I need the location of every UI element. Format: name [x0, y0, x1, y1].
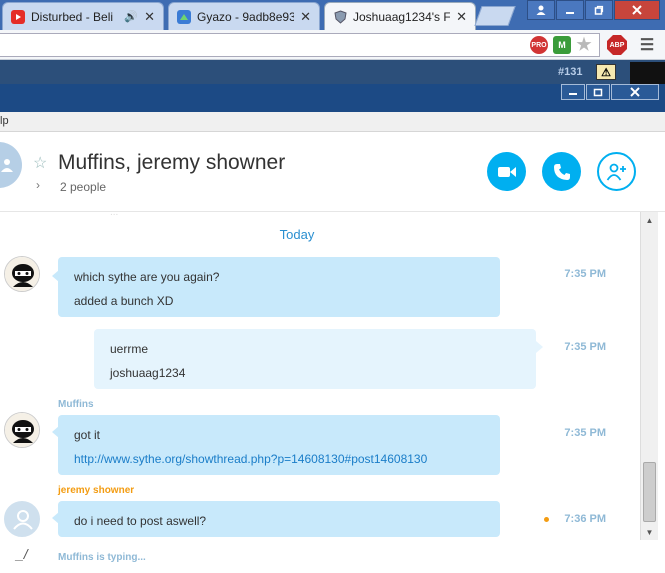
tab-gyazo[interactable]: Gyazo - 9adb8e93a ✕ [168, 2, 320, 30]
group-avatar-icon[interactable] [0, 142, 22, 188]
chat-history: ... Today which sythe are you again? add… [0, 212, 640, 573]
tab-label: Joshuaag1234's FR [353, 10, 451, 24]
message-bubble[interactable]: do i need to post aswell? [58, 501, 500, 537]
chat-scrollbar[interactable]: ▲ ▼ [640, 212, 658, 540]
message-bubble[interactable]: got it http://www.sythe.org/showthread.p… [58, 415, 500, 475]
youtube-icon [11, 9, 25, 24]
thread-number: #131 [558, 66, 583, 78]
adblock-plus-icon[interactable]: ABP [607, 35, 627, 55]
bubble-tail [536, 341, 543, 353]
gyazo-icon [177, 9, 191, 24]
avatar-default[interactable] [4, 501, 40, 537]
speaker-icon[interactable]: 🔊 [124, 10, 138, 23]
participants-count[interactable]: 2 people [60, 180, 106, 194]
close-tab-icon[interactable]: ✕ [144, 9, 155, 25]
skype-close-icon[interactable] [611, 84, 659, 100]
typing-indicator: Muffins is typing... [58, 552, 146, 563]
day-divider: Today [279, 227, 315, 242]
pro-extension-icon[interactable]: PRO [530, 36, 548, 54]
message-time: 7:35 PM [564, 427, 606, 439]
video-call-button[interactable] [487, 152, 526, 191]
message-link[interactable]: http://www.sythe.org/showthread.php?p=14… [74, 447, 484, 471]
chevron-right-icon[interactable]: › [36, 178, 40, 192]
message-bubble-own[interactable]: uerrme joshuaag1234 [94, 329, 536, 389]
minimize-window-icon[interactable] [556, 0, 584, 20]
scrollbar-thumb[interactable] [643, 462, 656, 522]
close-window-icon[interactable] [614, 0, 660, 20]
shield-icon [333, 10, 347, 24]
tab-disturbed[interactable]: Disturbed - Beli 🔊 ✕ [2, 2, 164, 30]
tab-label: Gyazo - 9adb8e93a [197, 9, 295, 24]
message-text: got it [74, 428, 101, 442]
m-extension-icon[interactable]: M [553, 36, 571, 54]
restore-window-icon[interactable] [585, 0, 613, 20]
add-person-icon [606, 163, 626, 181]
menu-help[interactable]: lp [0, 115, 9, 127]
warning-icon[interactable]: ⚠ [596, 64, 616, 80]
avatar-muffins[interactable] [4, 256, 40, 292]
skype-maximize-icon[interactable] [586, 84, 610, 100]
browser-tab-strip: Disturbed - Beli 🔊 ✕ Gyazo - 9adb8e93a ✕… [0, 0, 665, 31]
close-tab-icon[interactable]: ✕ [300, 9, 311, 25]
tab-label: Disturbed - Beli [31, 9, 114, 24]
video-camera-icon [497, 166, 516, 177]
sender-name: Muffins [58, 399, 94, 410]
favorite-star-icon[interactable]: ☆ [33, 153, 47, 173]
user-profile-icon[interactable] [527, 0, 555, 20]
conversation-header: ☆ Muffins, jeremy showner › 2 people [0, 132, 665, 212]
address-bar[interactable] [0, 33, 600, 57]
audio-call-button[interactable] [542, 152, 581, 191]
scroll-up-arrow-icon[interactable]: ▲ [641, 212, 658, 228]
bookmark-star-icon[interactable]: ★ [575, 35, 593, 54]
message-text: uerrme [110, 342, 149, 356]
pencil-typing-icon: _/ [16, 546, 28, 562]
new-tab-button[interactable] [474, 6, 516, 26]
browser-toolbar: PRO M ★ ABP ☰ [0, 30, 665, 60]
scroll-down-arrow-icon[interactable]: ▼ [641, 524, 658, 540]
message-bubble[interactable]: which sythe are you again? added a bunch… [58, 257, 500, 317]
skype-menu-bar: lp [0, 112, 665, 132]
message-text: do i need to post aswell? [74, 514, 207, 528]
window-edge [658, 212, 665, 573]
avatar-muffins[interactable] [4, 412, 40, 448]
phone-icon [553, 163, 570, 180]
message-text: joshuaag1234 [110, 366, 186, 380]
message-time: 7:35 PM [564, 268, 606, 280]
conversation-title[interactable]: Muffins, jeremy showner [58, 151, 285, 175]
chrome-menu-icon[interactable]: ☰ [638, 36, 656, 54]
skype-minimize-icon[interactable] [561, 84, 585, 100]
faded-earlier-text: ... [110, 212, 119, 218]
sender-name: jeremy showner [58, 485, 135, 496]
add-participant-button[interactable] [597, 152, 636, 191]
message-text: added a bunch XD [74, 294, 174, 308]
message-time: 7:36 PM [564, 513, 606, 525]
close-tab-icon[interactable]: ✕ [456, 9, 467, 25]
page-dark-bar [630, 62, 665, 84]
tab-joshuaag[interactable]: Joshuaag1234's FR ✕ [324, 2, 476, 31]
message-time: 7:35 PM [564, 341, 606, 353]
message-text: which sythe are you again? [74, 270, 220, 284]
